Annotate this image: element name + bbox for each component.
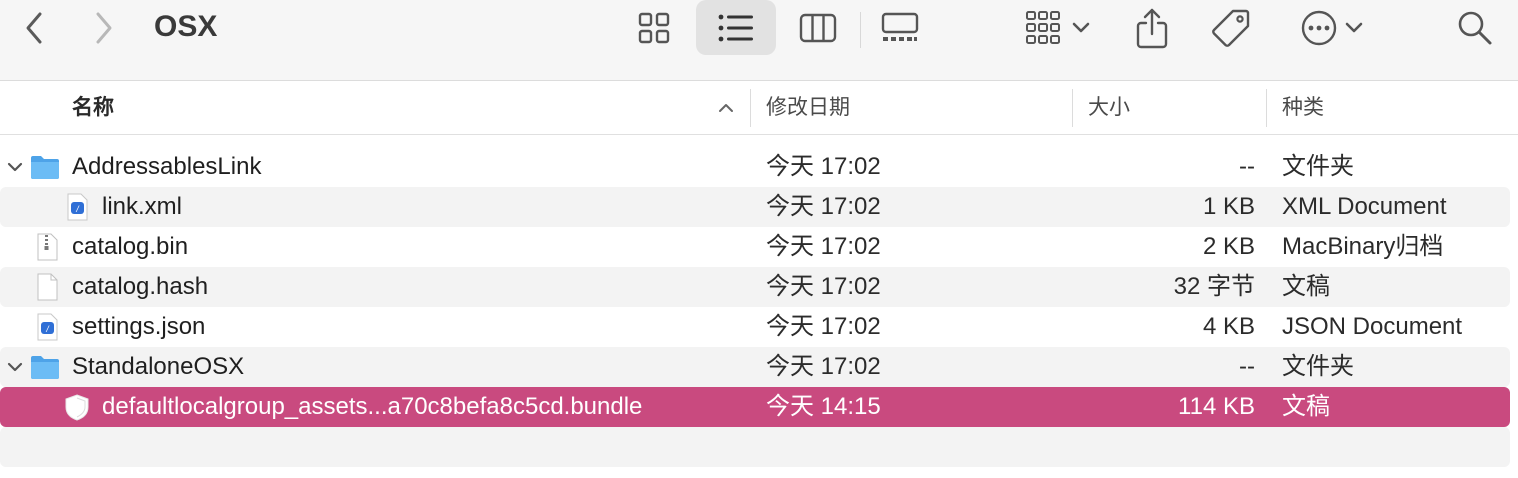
folder-icon [31, 356, 59, 379]
toolbar: OSX [0, 0, 1518, 81]
disclosure-triangle[interactable] [4, 147, 26, 187]
gallery-view-icon [881, 12, 919, 41]
file-kind: 文件夹 [1282, 353, 1354, 380]
share-icon [1136, 8, 1168, 49]
table-row[interactable]: / link.xml 今天 17:02 1 KB XML Document [0, 187, 1510, 227]
file-kind: 文件夹 [1282, 153, 1354, 180]
file-kind: JSON Document [1282, 313, 1463, 340]
group-by-button[interactable] [1018, 4, 1098, 52]
file-date: 今天 17:02 [766, 193, 881, 220]
file-size: -- [1239, 153, 1255, 180]
forward-button[interactable] [86, 8, 122, 48]
table-row-selected[interactable]: defaultlocalgroup_assets...a70c8befa8c5c… [0, 387, 1510, 427]
file-size: -- [1239, 353, 1255, 380]
blank-document-icon [37, 273, 58, 301]
chevron-down-icon [7, 362, 23, 372]
empty-row [0, 427, 1510, 467]
file-date: 今天 17:02 [766, 153, 881, 180]
view-grid-button[interactable] [628, 4, 680, 52]
chevron-right-icon [96, 12, 112, 44]
toolbar-divider [860, 12, 861, 48]
file-name: StandaloneOSX [72, 353, 245, 380]
view-columns-button[interactable] [792, 4, 844, 52]
tag-icon [1212, 9, 1250, 47]
column-divider[interactable] [750, 89, 751, 127]
file-kind: 文稿 [1282, 273, 1330, 300]
column-header-size[interactable]: 大小 [1088, 81, 1130, 134]
table-row[interactable]: / settings.json 今天 17:02 4 KB JSON Docum… [0, 307, 1510, 347]
file-size: 4 KB [1202, 313, 1255, 340]
search-icon [1458, 11, 1492, 45]
table-row[interactable]: AddressablesLink 今天 17:02 -- 文件夹 [0, 147, 1510, 187]
file-name: catalog.bin [72, 233, 189, 260]
more-actions-button[interactable] [1292, 4, 1372, 52]
grid-view-icon [638, 12, 670, 44]
xml-document-icon: / [67, 193, 88, 221]
view-gallery-button[interactable] [872, 4, 928, 52]
column-divider[interactable] [1266, 89, 1267, 127]
group-by-icon [1026, 11, 1060, 44]
list-view-icon [718, 14, 753, 41]
table-row[interactable]: catalog.bin 今天 17:02 2 KB MacBinary归档 [0, 227, 1510, 267]
disclosure-triangle[interactable] [4, 347, 26, 387]
column-header-name[interactable]: 名称 [72, 81, 114, 134]
column-header-kind[interactable]: 种类 [1282, 81, 1324, 134]
file-name: defaultlocalgroup_assets...a70c8befa8c5c… [102, 393, 643, 420]
file-kind: MacBinary归档 [1282, 233, 1444, 260]
file-size: 32 字节 [1173, 273, 1255, 300]
archive-file-icon [37, 233, 58, 261]
chevron-down-icon [7, 162, 23, 172]
table-row[interactable]: StandaloneOSX 今天 17:02 -- 文件夹 [0, 347, 1510, 387]
file-date: 今天 14:15 [766, 393, 881, 420]
file-size: 2 KB [1202, 233, 1255, 260]
file-size: 1 KB [1202, 193, 1255, 220]
file-size: 114 KB [1178, 393, 1255, 420]
sort-ascending-indicator[interactable] [714, 97, 738, 119]
column-header: 名称 修改日期 大小 种类 [0, 81, 1518, 135]
bundle-document-icon [65, 394, 89, 421]
table-row[interactable]: catalog.hash 今天 17:02 32 字节 文稿 [0, 267, 1510, 307]
file-name: catalog.hash [72, 273, 209, 300]
back-button[interactable] [16, 8, 52, 48]
file-date: 今天 17:02 [766, 273, 881, 300]
file-date: 今天 17:02 [766, 233, 881, 260]
column-header-date[interactable]: 修改日期 [766, 81, 850, 134]
column-divider[interactable] [1072, 89, 1073, 127]
share-button[interactable] [1130, 2, 1174, 54]
column-view-icon [799, 13, 837, 43]
tag-button[interactable] [1206, 4, 1256, 52]
file-kind: XML Document [1282, 193, 1447, 220]
window-title: OSX [154, 10, 218, 43]
file-kind: 文稿 [1282, 393, 1330, 420]
search-button[interactable] [1452, 4, 1498, 52]
folder-icon [31, 156, 59, 179]
file-name: link.xml [102, 193, 183, 220]
file-date: 今天 17:02 [766, 353, 881, 380]
chevron-up-icon [719, 104, 733, 112]
json-document-icon: / [37, 313, 58, 341]
chevron-down-icon [1345, 22, 1363, 33]
chevron-left-icon [26, 12, 42, 44]
file-date: 今天 17:02 [766, 313, 881, 340]
chevron-down-icon [1072, 22, 1090, 33]
ellipsis-circle-icon [1301, 10, 1337, 46]
file-name: AddressablesLink [72, 153, 262, 180]
view-list-button[interactable] [696, 0, 776, 55]
file-name: settings.json [72, 313, 206, 340]
